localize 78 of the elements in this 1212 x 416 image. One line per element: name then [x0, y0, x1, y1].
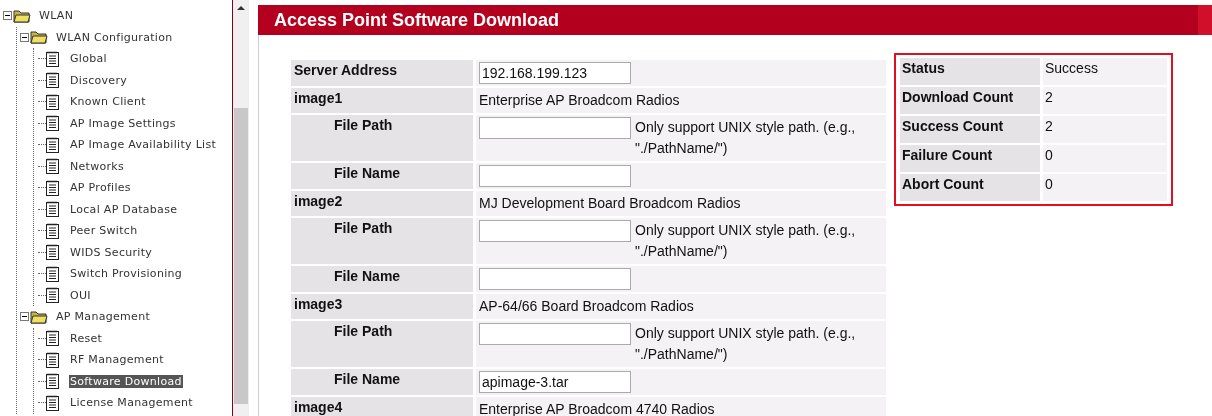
image-label: image4: [291, 397, 473, 416]
folder-icon: [30, 309, 48, 324]
text-field[interactable]: [479, 323, 631, 345]
document-icon: [46, 222, 59, 239]
document-icon: [46, 72, 59, 89]
image-description: Enterprise AP Broadcom 4740 Radios: [479, 400, 715, 416]
tree-item[interactable]: Networks: [69, 159, 126, 173]
tree-folder-label[interactable]: WLAN Configuration: [55, 30, 174, 44]
document-icon: [46, 50, 59, 67]
text-field[interactable]: [479, 220, 631, 242]
document-icon: [46, 373, 59, 390]
text-field[interactable]: [479, 165, 631, 187]
document-icon: [46, 265, 59, 282]
tree-item[interactable]: Global: [69, 52, 108, 66]
text-field[interactable]: [479, 117, 631, 139]
status-label: Success Count: [900, 116, 1040, 143]
hint-text: Only support UNIX style path. (e.g., "./PathName/"): [635, 118, 857, 158]
status-label: Download Count: [900, 87, 1040, 114]
status-value: 2: [1043, 87, 1167, 114]
field-label: File Name: [291, 163, 473, 189]
image-description: AP-64/66 Board Broadcom Radios: [479, 297, 694, 316]
tree-item[interactable]: RF Management: [69, 353, 165, 367]
status-label: Status: [900, 58, 1040, 85]
scrollbar-thumb[interactable]: [234, 108, 248, 404]
document-icon: [46, 158, 59, 175]
collapse-icon[interactable]: [20, 312, 29, 322]
tree-item[interactable]: Discovery: [69, 73, 129, 87]
field-label: File Name: [291, 266, 473, 292]
field-label: File Name: [291, 369, 473, 395]
image-description: Enterprise AP Broadcom Radios: [479, 91, 680, 110]
document-icon: [46, 330, 59, 347]
folder-icon: [13, 8, 31, 23]
document-icon: [46, 287, 59, 304]
collapse-icon[interactable]: [20, 32, 29, 42]
document-icon: [46, 394, 59, 411]
field-label: File Path: [291, 218, 473, 264]
status-label: Abort Count: [900, 174, 1040, 201]
text-field[interactable]: apimage-3.tar: [479, 371, 631, 393]
document-icon: [46, 93, 59, 110]
image-label: image1: [291, 88, 473, 113]
folder-icon: [30, 30, 48, 45]
status-value: 0: [1043, 145, 1167, 172]
tree-folder-label[interactable]: AP Management: [55, 310, 152, 324]
tree-item[interactable]: Known Client: [69, 95, 147, 109]
document-icon: [46, 201, 59, 218]
tree-folder-label[interactable]: WLAN: [38, 9, 75, 23]
tree-item[interactable]: WIDS Security: [69, 245, 154, 259]
field-label: Server Address: [291, 60, 473, 86]
tree-item[interactable]: AP Image Availability List: [69, 138, 218, 152]
tree-item[interactable]: OUI: [69, 288, 92, 302]
hint-text: Only support UNIX style path. (e.g., "./PathName/"): [635, 221, 857, 261]
document-icon: [46, 179, 59, 196]
tree-item[interactable]: Peer Switch: [69, 224, 139, 238]
status-value: Success: [1043, 58, 1167, 85]
document-icon: [46, 115, 59, 132]
status-value: 0: [1043, 174, 1167, 201]
image-label: image2: [291, 191, 473, 216]
image-description: MJ Development Board Broadcom Radios: [479, 194, 741, 213]
page-title: Access Point Software Download: [274, 9, 561, 31]
document-icon: [46, 244, 59, 261]
tree-item[interactable]: Reset: [69, 331, 104, 345]
document-icon: [46, 136, 59, 153]
hint-text: Only support UNIX style path. (e.g., "./PathName/"): [635, 324, 857, 364]
collapse-icon[interactable]: [3, 11, 12, 21]
status-value: 2: [1043, 116, 1167, 143]
tree-item[interactable]: Local AP Database: [69, 202, 179, 216]
tree-item[interactable]: Switch Provisioning: [69, 267, 184, 281]
field-label: File Path: [291, 115, 473, 161]
image-label: image3: [291, 294, 473, 319]
tree-item[interactable]: Software Download: [69, 374, 183, 388]
field-label: File Path: [291, 321, 473, 367]
document-icon: [46, 351, 59, 368]
tree-item[interactable]: AP Profiles: [69, 181, 132, 195]
tree-item[interactable]: License Management: [69, 396, 194, 410]
text-field[interactable]: 192.168.199.123: [479, 62, 631, 84]
status-label: Failure Count: [900, 145, 1040, 172]
tree-item[interactable]: AP Image Settings: [69, 116, 177, 130]
text-field[interactable]: [479, 268, 631, 290]
